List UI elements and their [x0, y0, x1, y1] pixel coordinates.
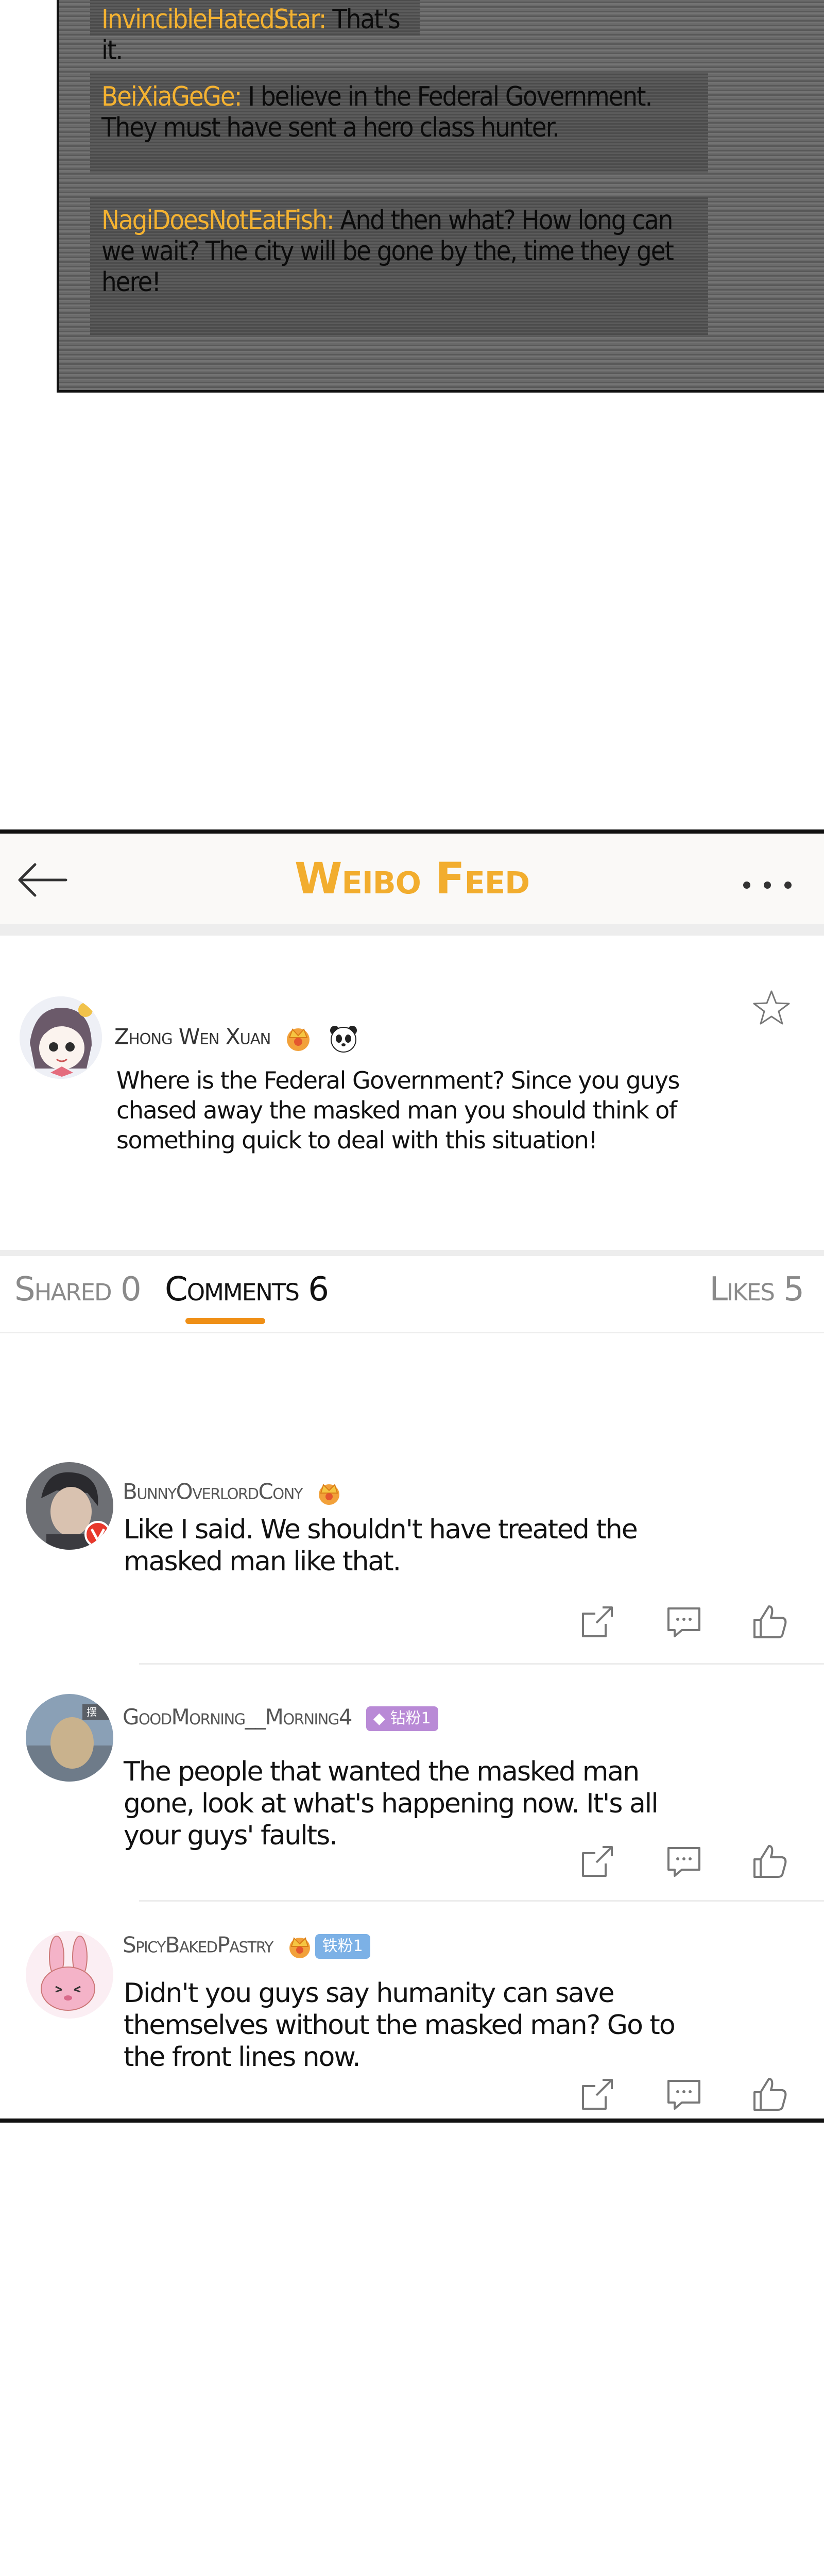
- comment-icon[interactable]: [663, 1601, 705, 1642]
- post-card: Zhong Wen Xuan Where is the Federal Gove…: [0, 936, 824, 1250]
- comment-username[interactable]: SpicyBakedPastry 铁粉1: [123, 1931, 370, 1962]
- comment-body: Didn't you guys say humanity can save th…: [124, 1978, 676, 2073]
- comment-actions: [577, 1601, 803, 1642]
- top-bar: Weibo Feed: [0, 834, 824, 936]
- star-icon[interactable]: [751, 987, 792, 1028]
- panda-badge-icon: [330, 1026, 357, 1053]
- divider: [139, 1900, 824, 1902]
- blurry-photo-avatar-icon: 摆: [26, 1694, 113, 1782]
- chat-username: InvincibleHatedStar:: [101, 4, 327, 35]
- tab-likes[interactable]: Likes 5: [710, 1270, 804, 1309]
- crown-badge-icon: [286, 1028, 310, 1051]
- post-body: Where is the Federal Government? Since y…: [116, 1066, 680, 1154]
- chat-username: BeiXiaGeGe:: [101, 81, 242, 112]
- pink-bunny-avatar-icon: [26, 1931, 113, 2019]
- avatar[interactable]: [26, 1462, 113, 1550]
- page-title: Weibo Feed: [294, 853, 530, 904]
- fan-badge-label: 钻粉1: [390, 1709, 431, 1727]
- comment-actions: [577, 1841, 803, 1882]
- comment-body: Like I said. We shouldn't have treated t…: [124, 1514, 638, 1577]
- crown-badge-icon: [289, 1937, 310, 1958]
- post-username-text: Zhong Wen Xuan: [114, 1024, 271, 1049]
- thumbs-up-icon[interactable]: [749, 1841, 791, 1882]
- comment-username-text: SpicyBakedPastry: [123, 1932, 273, 1958]
- tab-comments[interactable]: Comments 6: [165, 1270, 329, 1309]
- svg-text:摆: 摆: [87, 1706, 97, 1718]
- more-dots-icon[interactable]: [736, 875, 798, 895]
- share-icon[interactable]: [577, 1841, 618, 1882]
- cartoon-girl-avatar-icon: [20, 996, 102, 1079]
- avatar[interactable]: [20, 996, 102, 1079]
- active-tab-indicator: [185, 1318, 265, 1324]
- comment-body: The people that wanted the masked man go…: [124, 1756, 659, 1851]
- comment-username-text: BunnyOverlordCony: [123, 1479, 303, 1504]
- man-portrait-avatar-icon: [26, 1462, 113, 1550]
- comment-username-text: GoodMorning__Morning4: [123, 1704, 353, 1730]
- divider: [139, 1663, 824, 1665]
- tab-bar: Shared 0 Comments 6 Likes 5: [0, 1256, 824, 1333]
- thumbs-up-icon[interactable]: [749, 1601, 791, 1642]
- avatar[interactable]: 摆: [26, 1694, 113, 1782]
- thumbs-up-icon[interactable]: [749, 2074, 791, 2115]
- chat-message: NagiDoesNotEatFish: And then what? How l…: [90, 196, 708, 335]
- comment-icon[interactable]: [663, 1841, 705, 1882]
- comment-item: SpicyBakedPastry 铁粉1 Didn't you guys say…: [0, 1921, 824, 2122]
- comment-actions: [577, 2074, 803, 2115]
- share-icon[interactable]: [577, 2074, 618, 2115]
- crown-badge-icon: [318, 1484, 339, 1505]
- diamond-icon: ◆: [373, 1709, 385, 1727]
- avatar[interactable]: [26, 1931, 113, 2019]
- fan-badge-label: 铁粉1: [322, 1937, 363, 1955]
- chat-username: NagiDoesNotEatFish:: [101, 205, 335, 236]
- share-icon[interactable]: [577, 1601, 618, 1642]
- comment-icon[interactable]: [663, 2074, 705, 2115]
- post-username[interactable]: Zhong Wen Xuan: [114, 1022, 359, 1054]
- comment-item: 摆 GoodMorning__Morning4 ◆ 钻粉1 The people…: [0, 1679, 824, 1921]
- chat-panel: InvincibleHatedStar: That's it. BeiXiaGe…: [57, 0, 824, 393]
- divider: [0, 1250, 824, 1256]
- comment-username[interactable]: GoodMorning__Morning4 ◆ 钻粉1: [123, 1704, 438, 1731]
- chat-message: InvincibleHatedStar: That's it.: [90, 0, 420, 66]
- comment-item: BunnyOverlordCony Like I said. We should…: [0, 1462, 824, 1679]
- chat-message: BeiXiaGeGe: I believe in the Federal Gov…: [90, 72, 708, 173]
- fan-level-badge: ◆ 钻粉1: [366, 1706, 438, 1731]
- tab-shared[interactable]: Shared 0: [14, 1270, 142, 1309]
- weibo-feed-screen: Weibo Feed Zhong Wen Xuan Where is the F…: [0, 829, 824, 2123]
- comment-username[interactable]: BunnyOverlordCony: [123, 1478, 345, 1509]
- fan-level-badge: 铁粉1: [315, 1934, 370, 1959]
